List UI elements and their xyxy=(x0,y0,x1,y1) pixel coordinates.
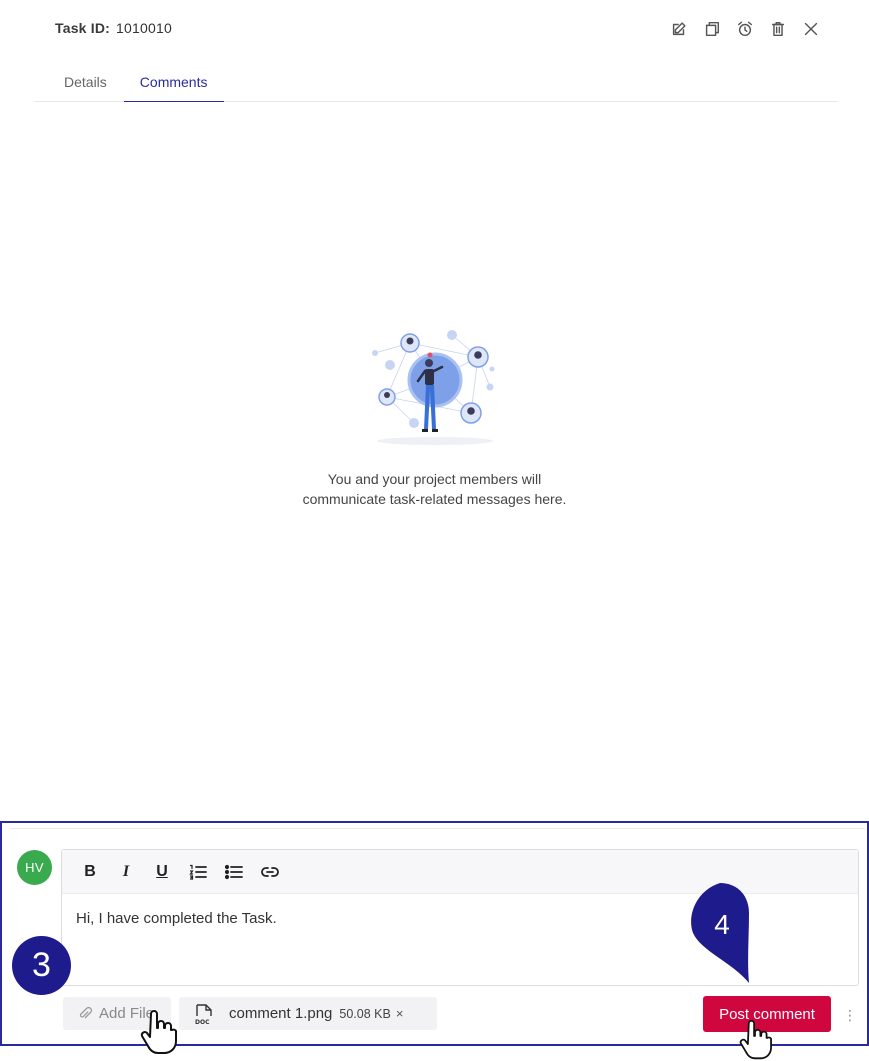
more-options-icon[interactable]: ⋮ xyxy=(843,1005,857,1025)
doc-file-icon: DOC xyxy=(193,1003,215,1026)
italic-button[interactable]: I xyxy=(110,857,142,887)
copy-icon[interactable] xyxy=(701,18,722,39)
attachment-chip: DOC comment 1.png 50.08 KB × xyxy=(179,997,437,1030)
empty-state-message: You and your project members will commun… xyxy=(0,469,869,509)
edit-icon[interactable] xyxy=(668,18,689,39)
tab-comments[interactable]: Comments xyxy=(123,62,225,102)
empty-state-line-1: You and your project members will xyxy=(327,471,542,487)
empty-state-line-2: communicate task-related messages here. xyxy=(302,491,567,507)
comments-empty-state: You and your project members will commun… xyxy=(0,325,869,509)
hand-cursor-icon xyxy=(139,1010,177,1056)
remove-attachment-button[interactable]: × xyxy=(396,1006,404,1021)
underline-button[interactable]: U xyxy=(146,857,178,887)
bold-button[interactable]: B xyxy=(74,857,106,887)
paperclip-icon xyxy=(79,1006,93,1018)
svg-text:DOC: DOC xyxy=(195,1019,210,1025)
hand-cursor-icon xyxy=(738,1020,772,1061)
task-id: Task ID: 1010010 xyxy=(55,20,172,36)
ordered-list-icon[interactable] xyxy=(182,857,214,887)
avatar: HV xyxy=(17,850,52,885)
task-header: Task ID: 1010010 xyxy=(0,0,869,58)
step-4-label: 4 xyxy=(714,909,730,940)
task-id-label: Task ID: xyxy=(55,20,111,36)
bullet-list-icon[interactable] xyxy=(218,857,250,887)
task-tabs: Details Comments xyxy=(34,62,838,102)
attachment-name: comment 1.png xyxy=(229,1005,333,1022)
step-3-marker: 3 xyxy=(12,936,71,995)
task-actions xyxy=(668,18,821,39)
network-people-illustration xyxy=(371,330,494,445)
step-4-marker: 4 xyxy=(689,881,751,985)
alarm-icon[interactable] xyxy=(734,18,755,39)
attachment-size: 50.08 KB xyxy=(339,1006,391,1021)
divider xyxy=(10,828,865,829)
link-icon[interactable] xyxy=(254,857,286,887)
tab-details[interactable]: Details xyxy=(34,62,124,102)
delete-icon[interactable] xyxy=(767,18,788,39)
close-icon[interactable] xyxy=(800,18,821,39)
task-id-value: 1010010 xyxy=(116,20,172,36)
